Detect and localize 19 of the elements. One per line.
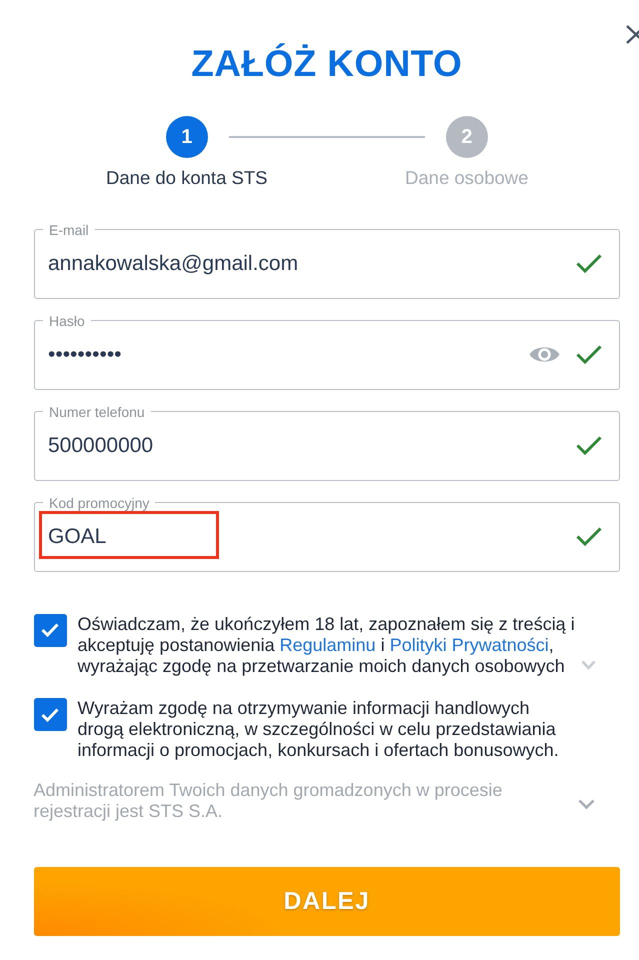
checkbox[interactable] <box>34 614 66 646</box>
phone-field[interactable]: Numer telefonu 500000000 <box>34 404 620 480</box>
checkmark-icon <box>41 623 59 637</box>
checkmark-icon <box>41 708 59 722</box>
step-label: Dane do konta STS <box>106 166 268 188</box>
consent-text: Wyrażam zgodę na otrzymywanie informacji handlowych drogą elektroniczną, w szczególności w celu przedstawiania informacji o promocjach, konkursach i ofertach bonusowych. <box>78 698 560 761</box>
info-text: Administratorem Twoich danych gromadzonych w procesie rejestracji jest STS S.A. <box>34 780 504 822</box>
checkbox[interactable] <box>34 698 66 731</box>
consent-link[interactable]: Regulaminu <box>280 634 376 654</box>
step-number: 1 <box>166 116 208 158</box>
close-icon[interactable] <box>626 24 639 44</box>
consent-link[interactable]: Polityki Prywatności <box>390 634 549 654</box>
promo-code-field[interactable]: Kod promocyjny GOAL <box>34 494 620 572</box>
step-number: 2 <box>446 116 488 158</box>
consent-text: Oświadczam, że ukończyłem 18 lat, zapoznałem się z treścią i akceptuję postanowienia Regulaminu i Polityki Prywatności, wyrażając zgodę na przetwarzanie moich danych osobowych <box>78 614 576 676</box>
email-field[interactable]: E-mail annakowalska@gmail.com <box>34 222 620 298</box>
step-label: Dane osobowe <box>405 166 528 188</box>
page-title: ZAŁÓŻ KONTO <box>190 44 464 84</box>
password-field[interactable]: Hasło •••••••••• <box>34 312 620 390</box>
